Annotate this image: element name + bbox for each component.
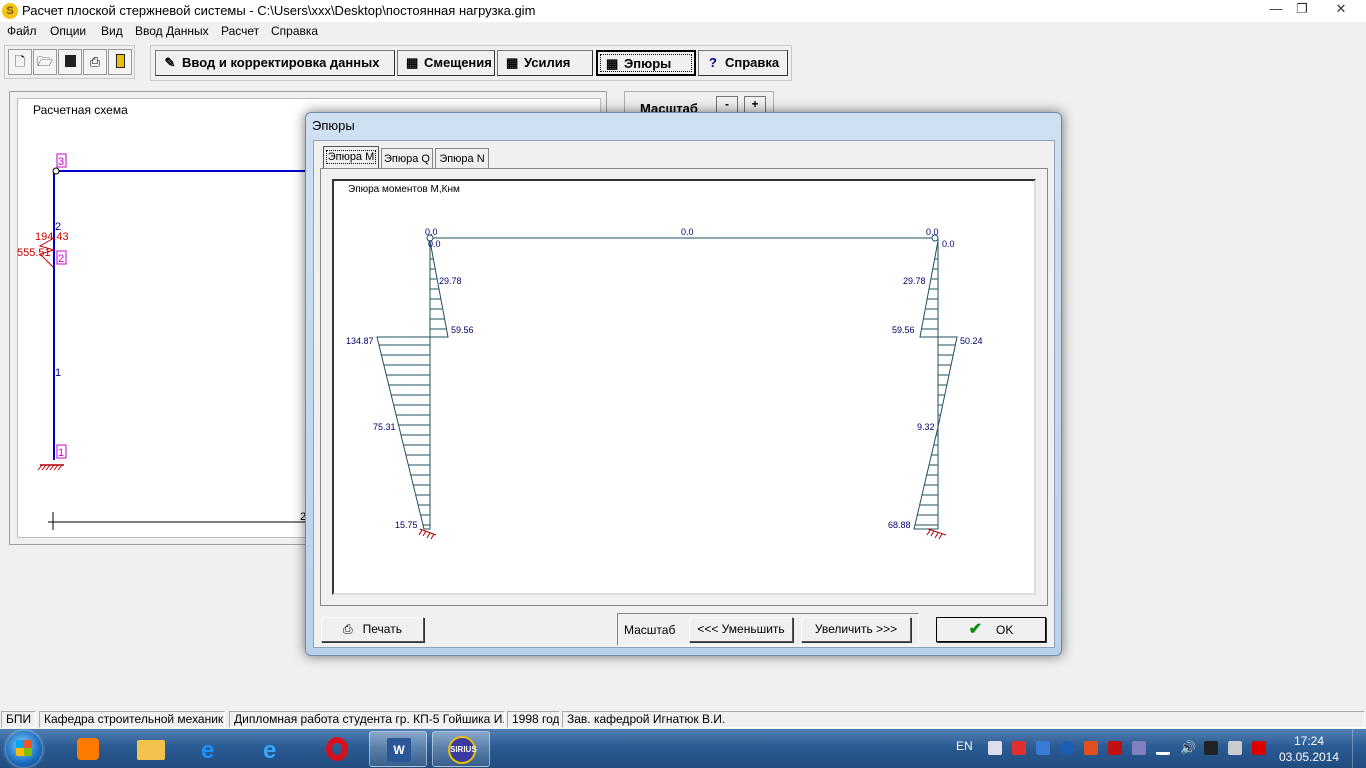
maximize-button[interactable]: ❐ bbox=[1288, 0, 1316, 18]
load-label-1: 194.43 bbox=[35, 231, 69, 243]
calculator-icon: ▦ bbox=[606, 56, 619, 71]
decrease-button[interactable]: <<< Уменьшить bbox=[689, 617, 793, 642]
label-left-lower-3: 15.75 bbox=[395, 520, 418, 530]
tab-moment[interactable]: Эпюра M bbox=[323, 146, 379, 168]
label-right-lower-1: 50.24 bbox=[960, 336, 983, 346]
left-support bbox=[418, 528, 437, 540]
print-dialog-button[interactable]: ⎙ Печать bbox=[321, 617, 424, 642]
checkmark-icon: ✔ bbox=[968, 621, 983, 638]
dialog-scale-label: Масштаб bbox=[624, 623, 676, 637]
label-right-lower-3: 68.88 bbox=[888, 520, 911, 530]
left-lower-diagram bbox=[376, 336, 431, 530]
ok-button[interactable]: ✔ OK bbox=[936, 617, 1046, 642]
tray-icon-3[interactable] bbox=[1036, 741, 1050, 755]
tab-moment-label: Эпюра M bbox=[325, 150, 377, 164]
help-label: Справка bbox=[725, 55, 780, 70]
tab-normal[interactable]: Эпюра N bbox=[435, 148, 489, 168]
status-thesis: Дипломная работа студента гр. КП-5 Гойши… bbox=[229, 711, 505, 728]
increase-button[interactable]: Увеличить >>> bbox=[801, 617, 911, 642]
displacements-label: Смещения bbox=[424, 55, 492, 70]
right-support bbox=[926, 528, 947, 540]
node-label-3: 3 bbox=[58, 156, 64, 168]
tray-icon-7[interactable] bbox=[1132, 741, 1146, 755]
taskbar-ie-1[interactable]: e bbox=[183, 731, 241, 767]
windows-logo-icon bbox=[16, 740, 32, 756]
taskbar-word[interactable]: W bbox=[369, 731, 427, 767]
network-icon[interactable] bbox=[1252, 741, 1266, 755]
label-right-top-above: 0.0 bbox=[926, 227, 939, 237]
right-upper-hatch bbox=[922, 258, 938, 330]
usb-icon[interactable] bbox=[1228, 741, 1242, 755]
label-left-top-side: 0.0 bbox=[428, 239, 441, 249]
close-button[interactable]: ✕ bbox=[1326, 0, 1356, 18]
label-left-lower-1: 134.87 bbox=[346, 336, 374, 346]
ok-label: OK bbox=[996, 623, 1014, 637]
opera-icon bbox=[326, 737, 348, 761]
clock-time: 17:24 bbox=[1293, 734, 1325, 748]
clock-date: 03.05.2014 bbox=[1278, 750, 1340, 764]
hinge-node bbox=[52, 167, 60, 175]
monitor-icon[interactable] bbox=[1204, 741, 1218, 755]
label-left-lower-2: 75.31 bbox=[373, 422, 396, 432]
diagrams-button[interactable]: ▦ Эпюры bbox=[596, 50, 696, 76]
status-head: Зав. кафедрой Игнатюк В.И. bbox=[562, 711, 1365, 728]
print-dialog-label: Печать bbox=[362, 622, 402, 636]
tray-icon-1[interactable] bbox=[988, 741, 1002, 755]
node-label-1: 1 bbox=[58, 447, 64, 459]
load-label-2: 555.51 bbox=[17, 247, 51, 259]
scheme-drawing: 3 2 1 2 1 194.43 555.51 2 bbox=[17, 153, 306, 530]
tray-icon-6[interactable] bbox=[1108, 741, 1122, 755]
word-icon: W bbox=[387, 738, 411, 762]
forces-button[interactable]: ▦ Усилия bbox=[497, 50, 593, 76]
label-beam-mid: 0.0 bbox=[681, 227, 694, 237]
taskbar-sirius[interactable]: SIRIUS bbox=[432, 731, 490, 767]
diagrams-label: Эпюры bbox=[624, 56, 672, 71]
dialog-title: Эпюры bbox=[312, 118, 355, 133]
calculator-icon: ▦ bbox=[406, 55, 419, 70]
taskbar-media-player[interactable] bbox=[58, 731, 116, 767]
file-explorer-icon bbox=[137, 740, 165, 760]
volume-icon[interactable]: 🔊 bbox=[1180, 741, 1196, 755]
label-left-upper-1: 29.78 bbox=[439, 276, 462, 286]
status-department: Кафедра строительной механики bbox=[39, 711, 225, 728]
moment-diagram: 0.0 0.0 0.0 0.0 0.0 29.78 59.56 134.87 7… bbox=[346, 227, 983, 540]
calculator-icon: ▦ bbox=[506, 55, 519, 70]
help-button[interactable]: ? Справка bbox=[698, 50, 788, 76]
start-button[interactable] bbox=[6, 731, 42, 767]
language-indicator[interactable]: EN bbox=[956, 739, 973, 753]
tray-icon-4[interactable] bbox=[1060, 741, 1074, 755]
member-label-1: 1 bbox=[55, 367, 61, 379]
label-right-upper-1: 29.78 bbox=[903, 276, 926, 286]
taskbar-ie-2[interactable]: e bbox=[245, 731, 303, 767]
media-player-icon bbox=[77, 738, 99, 760]
node-label-2: 2 bbox=[58, 253, 64, 265]
sirius-icon: SIRIUS bbox=[448, 736, 477, 764]
tray-icon-2[interactable] bbox=[1012, 741, 1026, 755]
left-lower-hatch bbox=[379, 344, 430, 526]
left-upper-hatch bbox=[430, 258, 446, 330]
label-right-lower-2: 9.32 bbox=[917, 422, 935, 432]
status-year: 1998 год bbox=[507, 711, 560, 728]
printer-icon: ⎙ bbox=[343, 622, 353, 636]
label-left-top-above: 0.0 bbox=[425, 227, 438, 237]
tab-shear[interactable]: Эпюра Q bbox=[381, 148, 433, 168]
taskbar-opera[interactable] bbox=[307, 731, 365, 767]
label-left-upper-2: 59.56 bbox=[451, 325, 474, 335]
right-lower-diagram bbox=[913, 336, 958, 530]
label-right-upper-2: 59.56 bbox=[892, 325, 915, 335]
tray-icon-5[interactable] bbox=[1084, 741, 1098, 755]
help-icon: ? bbox=[709, 55, 717, 70]
forces-label: Усилия bbox=[524, 55, 571, 70]
internet-explorer-icon: e bbox=[263, 737, 277, 764]
clock[interactable]: 17:24 03.05.2014 bbox=[1276, 733, 1342, 765]
status-university: БПИ bbox=[1, 711, 36, 728]
label-right-top-side: 0.0 bbox=[942, 239, 955, 249]
taskbar-explorer[interactable] bbox=[121, 731, 179, 767]
show-desktop-button[interactable] bbox=[1352, 729, 1366, 768]
minimize-button[interactable]: — bbox=[1262, 0, 1290, 18]
displacements-button[interactable]: ▦ Смещения bbox=[397, 50, 495, 76]
signal-icon[interactable] bbox=[1156, 741, 1170, 755]
internet-explorer-icon: e bbox=[201, 737, 215, 764]
